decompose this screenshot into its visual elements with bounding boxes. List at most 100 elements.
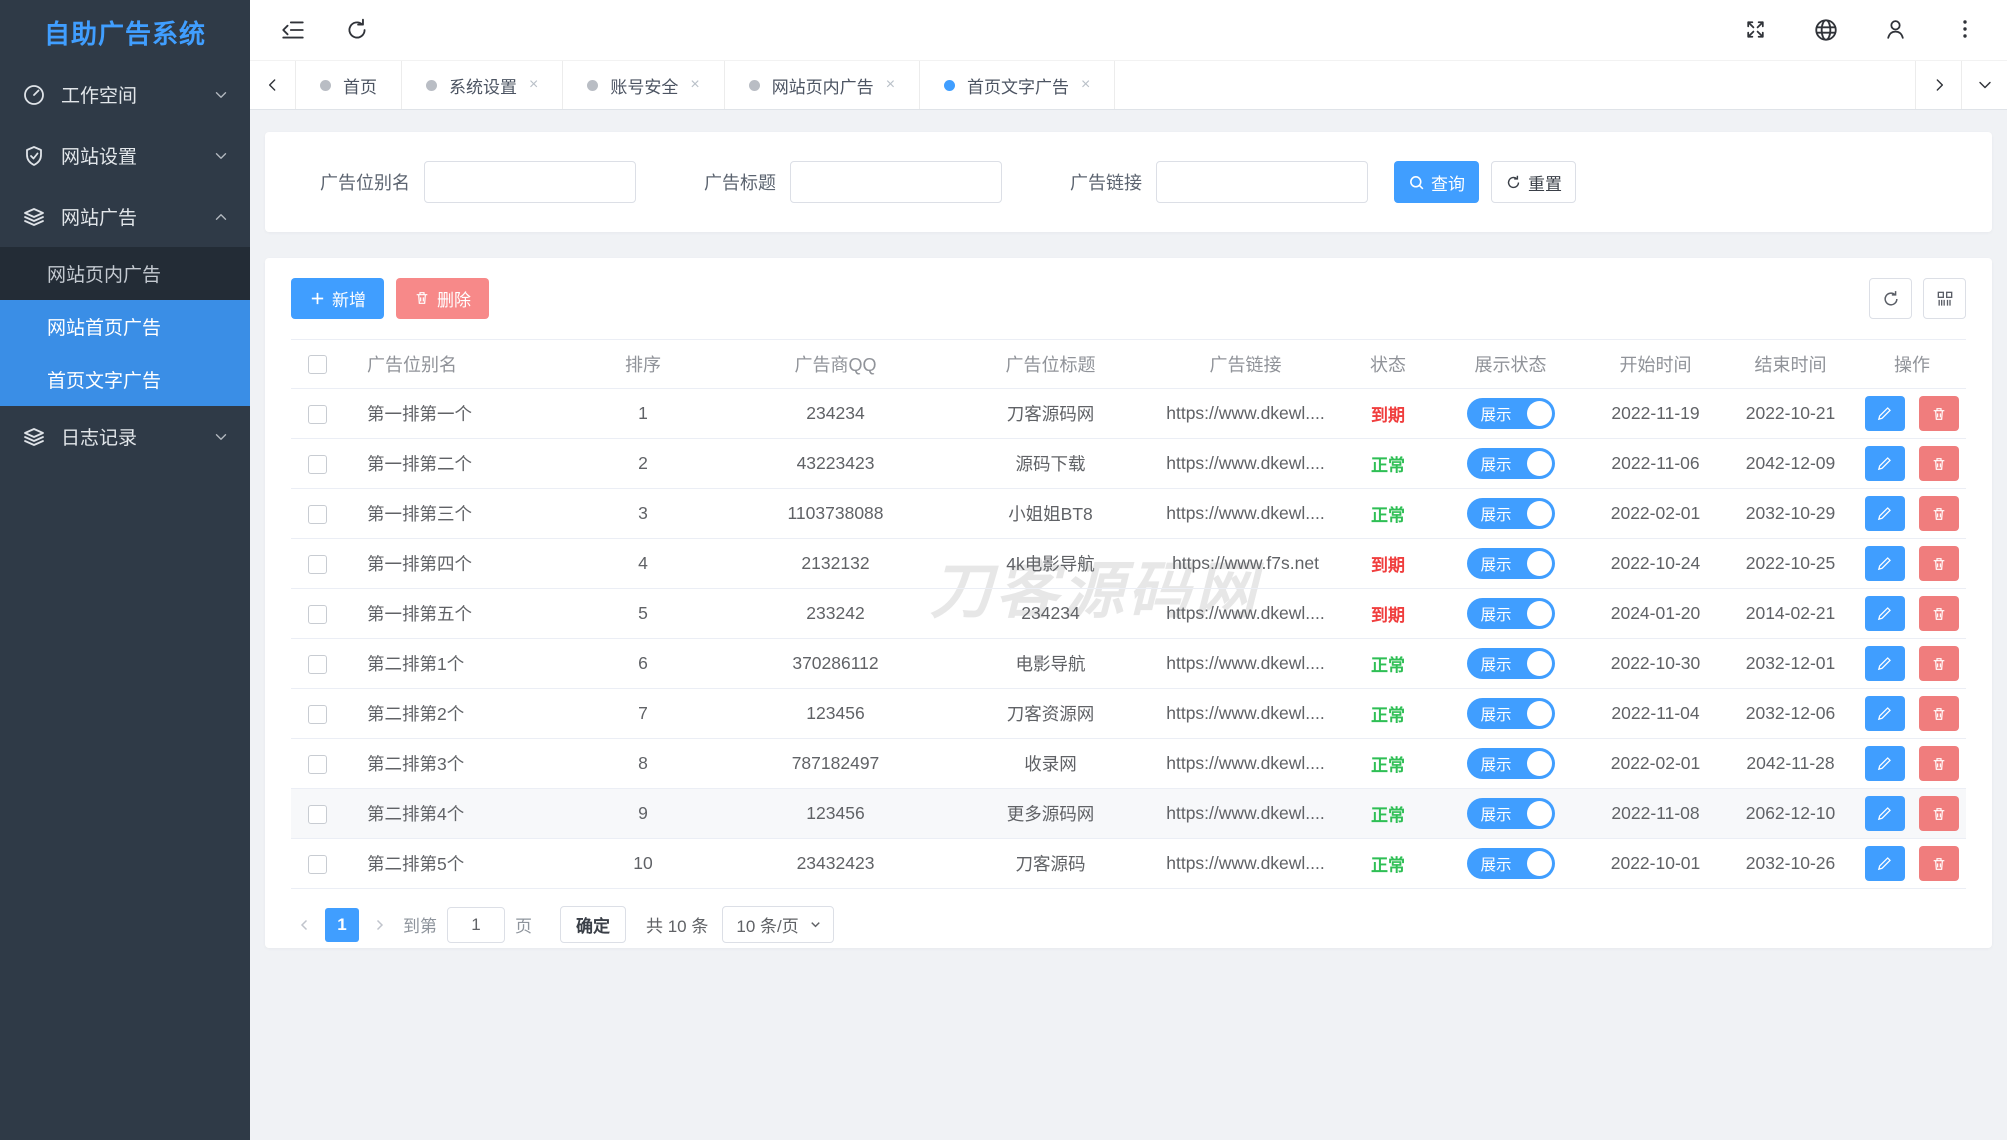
row-checkbox[interactable] (308, 805, 327, 824)
globe-icon[interactable] (1813, 17, 1839, 43)
page-size-select[interactable]: 10 条/页 (722, 906, 833, 943)
tab-label: 首页 (343, 73, 377, 98)
query-button[interactable]: 查询 (1394, 161, 1479, 203)
chevron-down-icon (212, 86, 230, 104)
edit-button[interactable] (1865, 546, 1905, 581)
goto-page-input[interactable] (447, 907, 505, 943)
display-toggle[interactable]: 展示 (1467, 398, 1555, 429)
sidebar-item-inpage-ads[interactable]: 网站页内广告 (0, 247, 250, 300)
display-toggle[interactable]: 展示 (1467, 448, 1555, 479)
row-delete-button[interactable] (1919, 496, 1959, 531)
row-checkbox[interactable] (308, 855, 327, 874)
tab[interactable]: 首页文字广告 × (920, 61, 1115, 109)
tab[interactable]: 首页 (296, 61, 402, 109)
row-delete-button[interactable] (1919, 446, 1959, 481)
title-input[interactable] (790, 161, 1002, 203)
prev-page-button[interactable] (291, 916, 319, 934)
edit-button[interactable] (1865, 646, 1905, 681)
cell-order: 10 (568, 839, 718, 889)
edit-button[interactable] (1865, 846, 1905, 881)
table-row: 第二排第1个 6 370286112 电影导航 https://www.dkew… (291, 639, 1966, 689)
row-checkbox[interactable] (308, 755, 327, 774)
goto-confirm-button[interactable]: 确定 (560, 906, 626, 943)
edit-button[interactable] (1865, 496, 1905, 531)
row-delete-button[interactable] (1919, 396, 1959, 431)
display-toggle-label: 展示 (1481, 553, 1512, 575)
toggle-knob (1527, 801, 1552, 826)
display-toggle[interactable]: 展示 (1467, 698, 1555, 729)
row-delete-button[interactable] (1919, 796, 1959, 831)
sidebar-item-workspace[interactable]: 工作空间 (0, 64, 250, 125)
tab-close-icon[interactable]: × (529, 76, 538, 94)
cell-link: https://www.f7s.net (1148, 539, 1343, 589)
edit-button[interactable] (1865, 596, 1905, 631)
row-delete-button[interactable] (1919, 546, 1959, 581)
row-delete-button[interactable] (1919, 646, 1959, 681)
row-checkbox[interactable] (308, 605, 327, 624)
edit-button[interactable] (1865, 446, 1905, 481)
user-icon[interactable] (1883, 17, 1909, 43)
columns-settings-button[interactable] (1923, 278, 1966, 319)
page-size-value: 10 条/页 (736, 912, 798, 937)
reset-button[interactable]: 重置 (1491, 161, 1576, 203)
display-toggle[interactable]: 展示 (1467, 648, 1555, 679)
sidebar-item-label: 工作空间 (61, 81, 212, 108)
row-checkbox[interactable] (308, 655, 327, 674)
sidebar-item-home-text-ads[interactable]: 首页文字广告 (0, 353, 250, 406)
display-toggle-label: 展示 (1481, 403, 1512, 425)
display-toggle[interactable]: 展示 (1467, 598, 1555, 629)
page-number-button[interactable]: 1 (325, 908, 359, 942)
sidebar-item-label: 首页文字广告 (47, 366, 161, 393)
cell-title: 小姐姐BT8 (953, 489, 1148, 539)
add-button[interactable]: 新增 (291, 278, 384, 319)
display-toggle[interactable]: 展示 (1467, 548, 1555, 579)
table-refresh-button[interactable] (1869, 278, 1912, 319)
row-checkbox[interactable] (308, 505, 327, 524)
row-delete-button[interactable] (1919, 746, 1959, 781)
tab[interactable]: 系统设置 × (402, 61, 563, 109)
kebab-icon[interactable] (1953, 17, 1979, 43)
fullscreen-icon[interactable] (1743, 17, 1769, 43)
display-toggle[interactable]: 展示 (1467, 798, 1555, 829)
link-input[interactable] (1156, 161, 1368, 203)
cell-link: https://www.dkewl.... (1148, 689, 1343, 739)
edit-button[interactable] (1865, 396, 1905, 431)
sidebar-item-logs[interactable]: 日志记录 (0, 406, 250, 467)
row-delete-button[interactable] (1919, 596, 1959, 631)
row-delete-button[interactable] (1919, 696, 1959, 731)
edit-button[interactable] (1865, 746, 1905, 781)
row-checkbox[interactable] (308, 555, 327, 574)
row-delete-button[interactable] (1919, 846, 1959, 881)
goto-suffix-label: 页 (515, 912, 532, 937)
tabs-scroll-left-button[interactable] (250, 61, 296, 109)
alias-input[interactable] (424, 161, 636, 203)
edit-button[interactable] (1865, 796, 1905, 831)
tabs-dropdown-button[interactable] (1961, 61, 2007, 109)
next-page-button[interactable] (365, 916, 393, 934)
cell-link: https://www.dkewl.... (1148, 489, 1343, 539)
tab[interactable]: 账号安全 × (563, 61, 724, 109)
delete-button[interactable]: 删除 (396, 278, 489, 319)
refresh-icon[interactable] (344, 17, 370, 43)
display-toggle[interactable]: 展示 (1467, 848, 1555, 879)
tab-close-icon[interactable]: × (886, 76, 895, 94)
tabs-scroll-right-button[interactable] (1915, 61, 1961, 109)
edit-button[interactable] (1865, 696, 1905, 731)
tab-close-icon[interactable]: × (690, 76, 699, 94)
sidebar-item-homepage-ads[interactable]: 网站首页广告 (0, 300, 250, 353)
display-toggle[interactable]: 展示 (1467, 498, 1555, 529)
cell-link: https://www.dkewl.... (1148, 839, 1343, 889)
sidebar-item-site-ads[interactable]: 网站广告 (0, 186, 250, 247)
select-all-checkbox[interactable] (308, 355, 327, 374)
tab[interactable]: 网站页内广告 × (725, 61, 920, 109)
row-checkbox[interactable] (308, 455, 327, 474)
toggle-knob (1527, 851, 1552, 876)
display-toggle[interactable]: 展示 (1467, 748, 1555, 779)
row-checkbox[interactable] (308, 405, 327, 424)
display-toggle-label: 展示 (1481, 503, 1512, 525)
cell-order: 3 (568, 489, 718, 539)
tab-close-icon[interactable]: × (1081, 76, 1090, 94)
menu-fold-icon[interactable] (280, 17, 306, 43)
row-checkbox[interactable] (308, 705, 327, 724)
sidebar-item-site-settings[interactable]: 网站设置 (0, 125, 250, 186)
